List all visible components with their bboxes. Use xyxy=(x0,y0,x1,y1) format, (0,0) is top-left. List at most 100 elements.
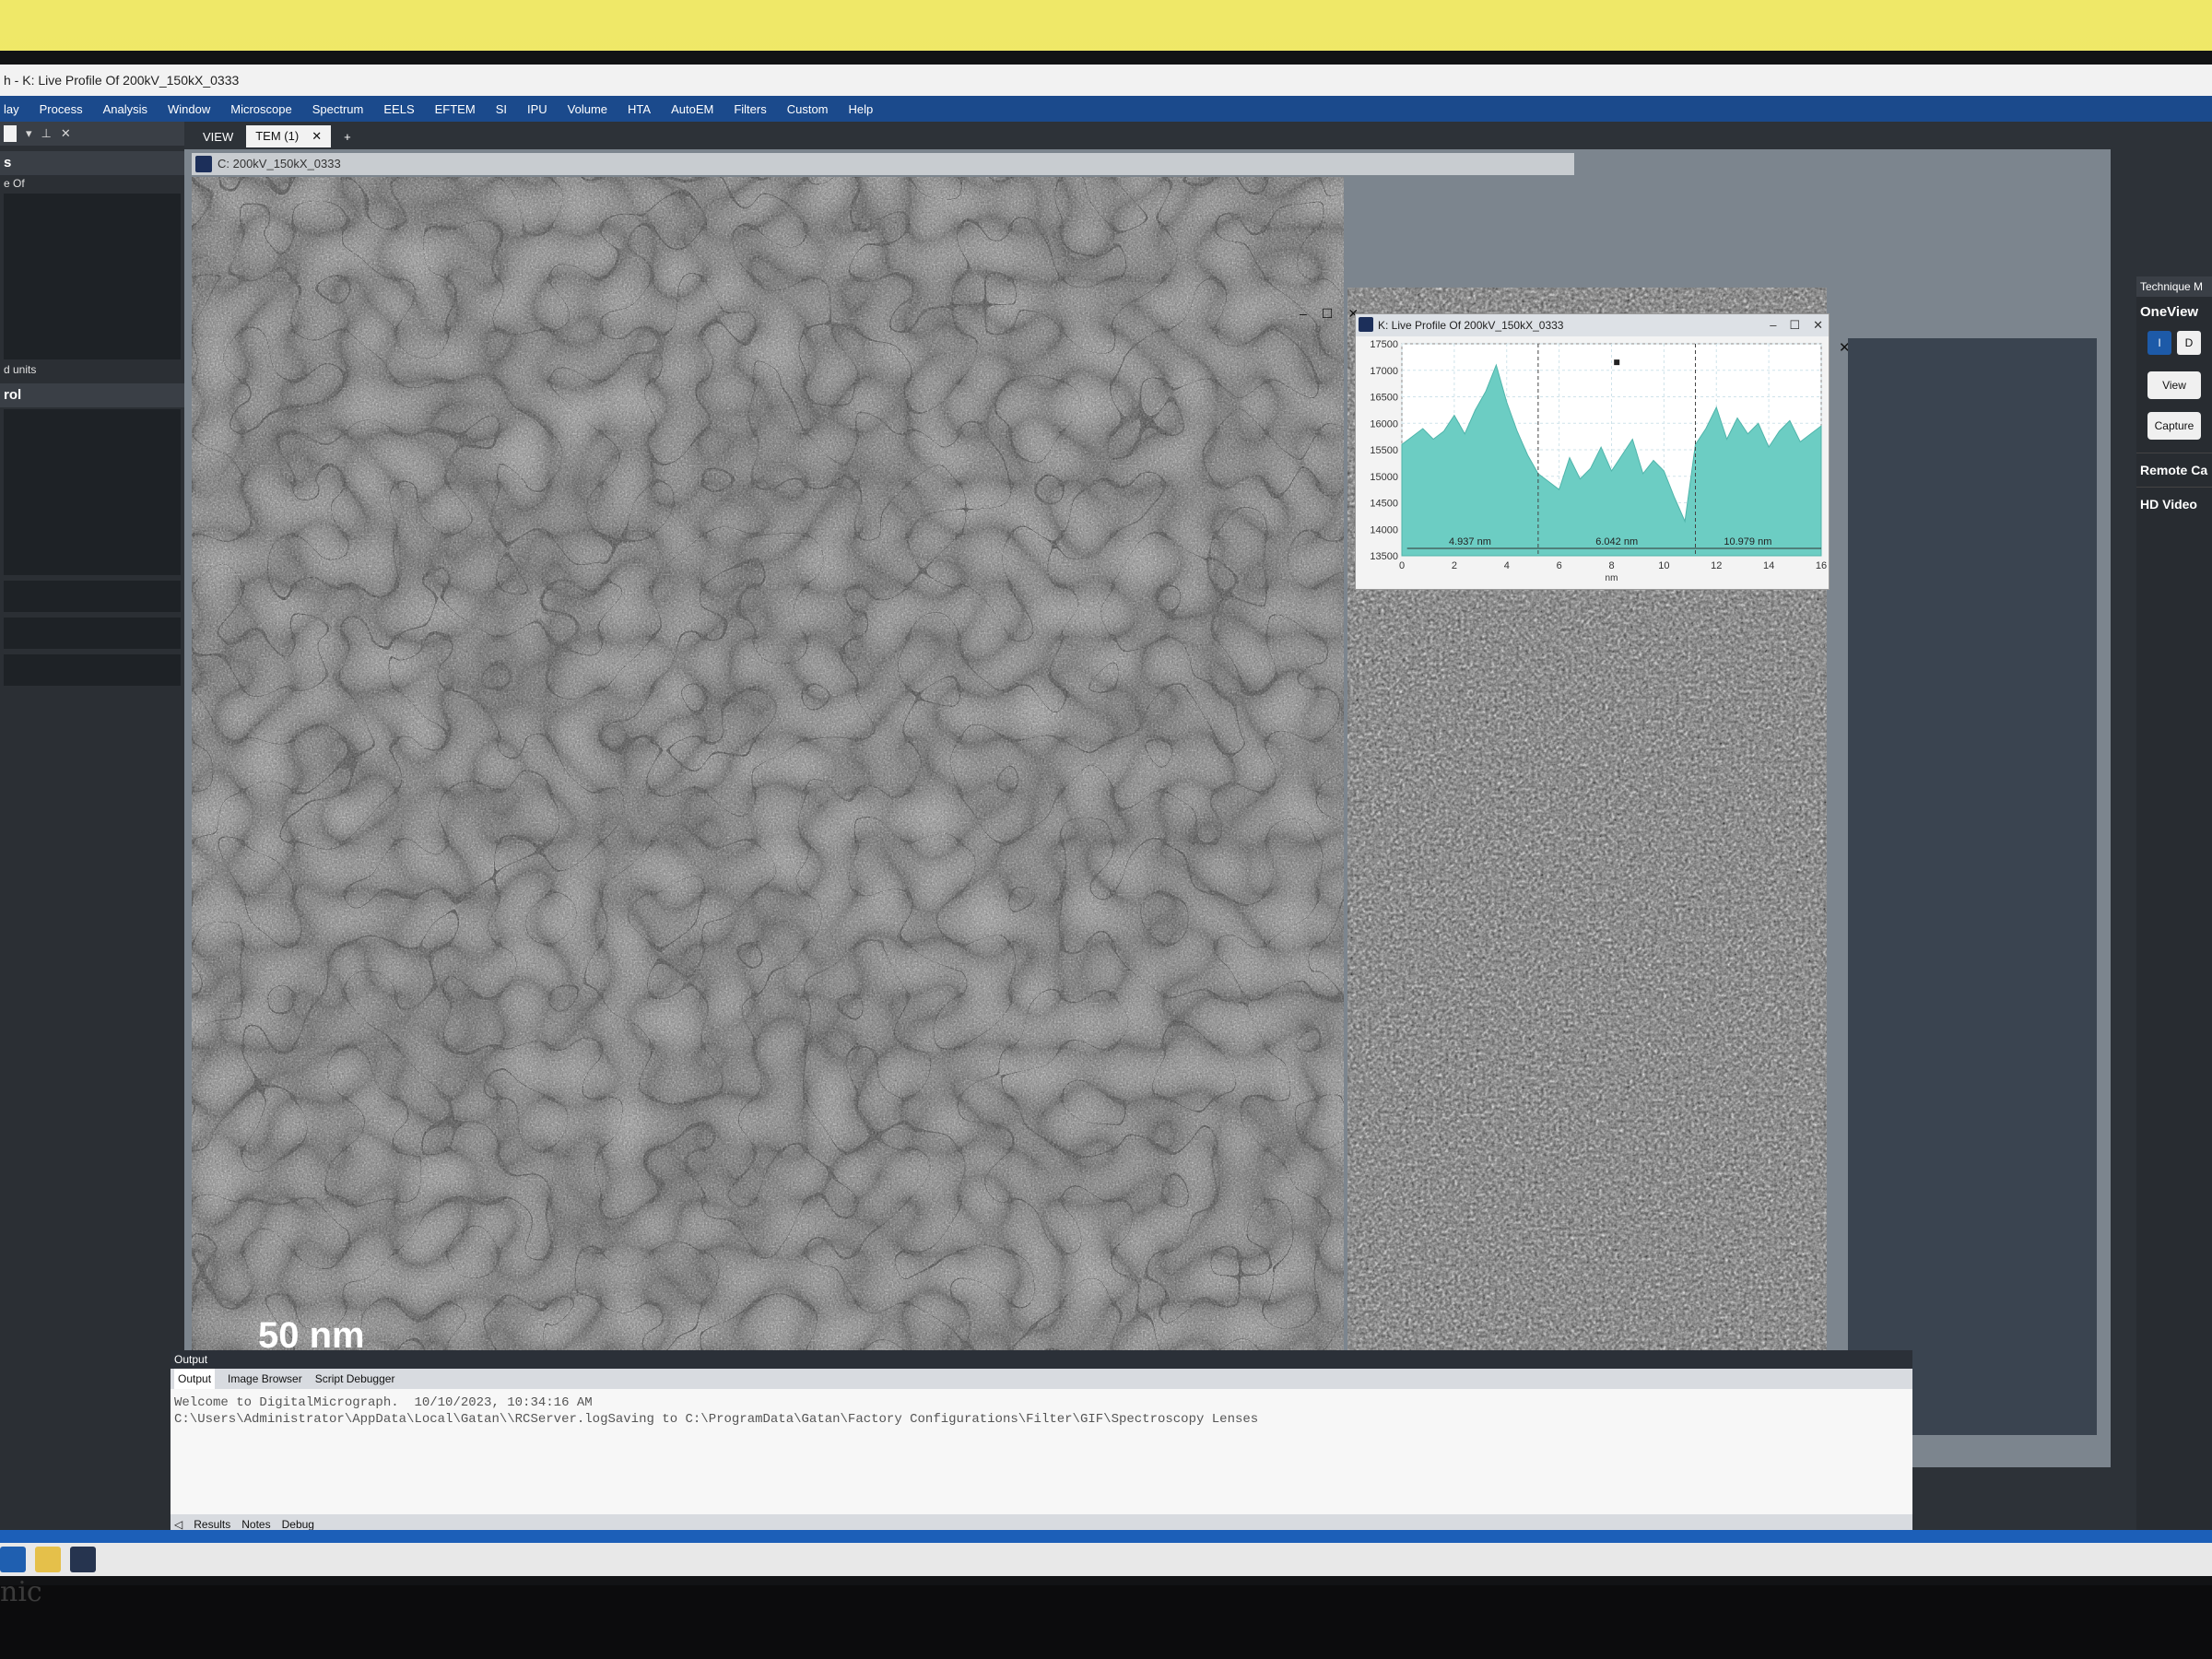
minimize-icon[interactable]: – xyxy=(1770,314,1776,336)
capture-button[interactable]: Capture xyxy=(2147,412,2201,440)
monitor-stand xyxy=(0,1585,2212,1659)
left-panel-box xyxy=(4,194,181,359)
menu-help[interactable]: Help xyxy=(849,102,874,116)
menu-window[interactable]: Window xyxy=(168,102,210,116)
close-icon[interactable]: ✕ xyxy=(312,129,322,143)
x-tick-label: 14 xyxy=(1763,560,1774,571)
chevron-down-icon[interactable]: ▾ xyxy=(26,126,32,141)
y-tick-label: 14000 xyxy=(1370,524,1398,535)
file-explorer-icon[interactable] xyxy=(35,1547,61,1572)
pin-icon[interactable]: ⊥ xyxy=(41,126,52,141)
document-tabs: VIEW TEM (1) ✕ + xyxy=(194,124,360,147)
menu-display[interactable]: lay xyxy=(4,102,19,116)
measurement-label: 6.042 nm xyxy=(1595,536,1638,547)
live-profile-window[interactable]: K: Live Profile Of 200kV_150kX_0333 – ☐ … xyxy=(1355,313,1830,590)
monitor-brand-logo: nic xyxy=(0,1576,42,1608)
menu-custom[interactable]: Custom xyxy=(787,102,829,116)
x-tick-label: 4 xyxy=(1504,560,1510,571)
x-tick-label: 2 xyxy=(1452,560,1457,571)
left-panel-tabbar: ▾ ⊥ ✕ xyxy=(0,122,184,146)
measurement-label: 10.979 nm xyxy=(1724,536,1771,547)
left-panel-text: e Of xyxy=(4,177,25,190)
menu-analysis[interactable]: Analysis xyxy=(103,102,147,116)
gatan-app-icon xyxy=(195,156,212,172)
image-window-title-text: C: 200kV_150kX_0333 xyxy=(218,157,341,171)
left-panel-section-header[interactable]: s xyxy=(0,151,184,175)
minimize-icon[interactable]: – xyxy=(1300,306,1307,322)
left-panel-collapsed-section[interactable] xyxy=(4,618,181,649)
image-window-title[interactable]: C: 200kV_150kX_0333 xyxy=(192,153,1574,175)
y-tick-label: 15000 xyxy=(1370,472,1398,483)
menu-bar: lay Process Analysis Window Microscope S… xyxy=(0,96,2212,122)
close-icon[interactable]: ✕ xyxy=(61,126,71,141)
profile-chart: 17500 17000 16500 16000 15500 15000 14500 14000… xyxy=(1370,339,1827,583)
x-tick-label: 16 xyxy=(1816,560,1827,571)
hd-video-item[interactable]: HD Video xyxy=(2136,487,2212,521)
tab-image-browser[interactable]: Image Browser xyxy=(228,1369,302,1389)
profile-window-controls: – ☐ ✕ xyxy=(1770,314,1823,336)
output-console[interactable]: Welcome to DigitalMicrograph. 10/10/2023… xyxy=(171,1389,1912,1433)
empty-workspace-area xyxy=(1848,338,2097,1435)
menu-autoem[interactable]: AutoEM xyxy=(671,102,713,116)
x-tick-label: 6 xyxy=(1557,560,1562,571)
roi-handle xyxy=(1614,359,1620,366)
y-tick-label: 16000 xyxy=(1370,418,1398,429)
add-tab-button[interactable]: + xyxy=(335,126,360,147)
menu-eels[interactable]: EELS xyxy=(383,102,414,116)
menu-ipu[interactable]: IPU xyxy=(527,102,547,116)
status-bar xyxy=(0,1530,2212,1543)
image-workspace: C: 200kV_150kX_0333 50 nm – ☐ ✕ K: Live … xyxy=(184,149,2111,1467)
x-tick-label: 12 xyxy=(1711,560,1722,571)
menu-filters[interactable]: Filters xyxy=(734,102,766,116)
mode-i-button[interactable]: I xyxy=(2147,331,2171,355)
oneview-title[interactable]: OneView xyxy=(2136,297,2212,327)
left-panel-control-box xyxy=(4,409,181,575)
console-line: C:\Users\Administrator\AppData\Local\Gat… xyxy=(174,1412,1259,1427)
menu-eftem[interactable]: EFTEM xyxy=(435,102,476,116)
micrograph-texture xyxy=(192,177,1344,1435)
left-panel-units-text: d units xyxy=(4,363,37,376)
output-panel: Output Output Image Browser Script Debug… xyxy=(171,1350,1912,1535)
technique-manager-header: Technique M xyxy=(2136,276,2212,297)
x-tick-label: 8 xyxy=(1608,560,1614,571)
taskbar xyxy=(0,1543,2212,1576)
tem-micrograph[interactable]: 50 nm xyxy=(192,177,1344,1435)
maximize-icon[interactable]: ☐ xyxy=(1322,306,1334,322)
remote-camera-item[interactable]: Remote Ca xyxy=(2136,453,2212,487)
menu-volume[interactable]: Volume xyxy=(568,102,607,116)
y-tick-label: 13500 xyxy=(1370,551,1398,562)
left-panel-control-header[interactable]: rol xyxy=(0,383,184,407)
x-axis-label: nm xyxy=(1606,573,1618,583)
powershell-icon[interactable] xyxy=(0,1547,26,1572)
menu-si[interactable]: SI xyxy=(496,102,507,116)
measurement-label: 4.937 nm xyxy=(1449,536,1491,547)
profile-window-title-text: K: Live Profile Of 200kV_150kX_0333 xyxy=(1378,319,1564,332)
close-icon[interactable]: ✕ xyxy=(1813,314,1823,336)
screen: h - K: Live Profile Of 200kV_150kX_0333 … xyxy=(0,65,2212,1576)
digitalmicrograph-icon[interactable] xyxy=(70,1547,96,1572)
menu-microscope[interactable]: Microscope xyxy=(230,102,291,116)
left-panel-collapsed-section[interactable] xyxy=(4,654,181,686)
y-tick-label: 15500 xyxy=(1370,445,1398,456)
menu-spectrum[interactable]: Spectrum xyxy=(312,102,364,116)
oneview-mode-toggle: I D xyxy=(2136,327,2212,359)
profile-window-title[interactable]: K: Live Profile Of 200kV_150kX_0333 – ☐ … xyxy=(1356,314,1829,336)
app-title-bar: h - K: Live Profile Of 200kV_150kX_0333 xyxy=(0,65,2212,96)
output-header: Output xyxy=(171,1350,1912,1369)
view-button[interactable]: View xyxy=(2147,371,2201,399)
tab-script-debugger[interactable]: Script Debugger xyxy=(315,1369,395,1389)
left-panel-tab[interactable] xyxy=(4,125,17,142)
y-tick-label: 17000 xyxy=(1370,366,1398,377)
tab-view[interactable]: VIEW xyxy=(194,126,242,147)
tab-tem[interactable]: TEM (1) ✕ xyxy=(246,125,332,147)
y-tick-label: 16500 xyxy=(1370,393,1398,404)
left-panel-collapsed-section[interactable] xyxy=(4,581,181,612)
x-tick-label: 10 xyxy=(1658,560,1669,571)
menu-hta[interactable]: HTA xyxy=(628,102,651,116)
console-line: Welcome to DigitalMicrograph. 10/10/2023… xyxy=(174,1395,593,1410)
tab-output[interactable]: Output xyxy=(174,1369,216,1389)
gatan-app-icon xyxy=(1359,317,1373,332)
maximize-icon[interactable]: ☐ xyxy=(1789,314,1800,336)
mode-d-button[interactable]: D xyxy=(2177,331,2201,355)
menu-process[interactable]: Process xyxy=(40,102,83,116)
